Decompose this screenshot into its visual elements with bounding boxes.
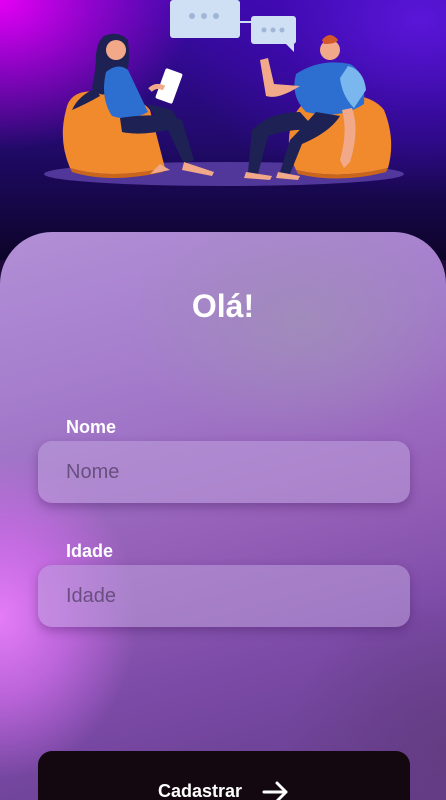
arrow-right-icon <box>262 781 290 800</box>
name-label: Nome <box>66 417 117 437</box>
submit-button[interactable]: Cadastrar <box>38 751 410 800</box>
speech-bubble-icon <box>170 0 296 52</box>
page-title: Olá! <box>191 288 255 324</box>
age-input[interactable] <box>38 565 410 627</box>
age-label: Idade <box>66 541 114 561</box>
hero-illustration <box>0 0 446 260</box>
submit-button-label: Cadastrar <box>157 781 243 800</box>
conversation-illustration <box>44 0 404 186</box>
name-input[interactable] <box>38 441 410 503</box>
